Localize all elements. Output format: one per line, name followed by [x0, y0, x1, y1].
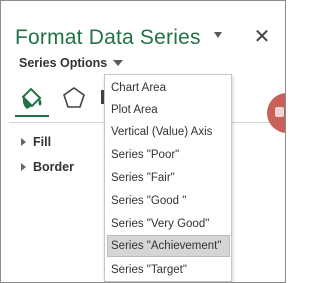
pane-title: Format Data Series — [15, 26, 201, 49]
series-options-dropdown[interactable]: Series Options — [19, 54, 124, 72]
menu-item-series-target[interactable]: Series "Target" — [107, 259, 230, 281]
fill-section-header[interactable]: Fill — [21, 134, 51, 150]
chart-element-button-icon — [275, 107, 284, 117]
menu-item-vertical-axis[interactable]: Vertical (Value) Axis — [107, 121, 230, 143]
border-section-label: Border — [33, 160, 74, 174]
menu-item-series-poor[interactable]: Series "Poor" — [107, 144, 230, 166]
border-section-header[interactable]: Border — [21, 159, 74, 175]
format-data-series-pane: Format Data Series ✕ Series Options Fill… — [0, 0, 286, 283]
menu-item-series-fair[interactable]: Series "Fair" — [107, 167, 230, 189]
menu-item-chart-area[interactable]: Chart Area — [107, 77, 230, 99]
chevron-right-icon — [21, 138, 26, 146]
chevron-right-icon — [21, 163, 26, 171]
menu-item-series-very-good[interactable]: Series "Very Good" — [107, 213, 230, 235]
series-options-label: Series Options — [19, 56, 108, 70]
chevron-down-icon — [113, 60, 124, 66]
menu-item-series-good[interactable]: Series "Good " — [107, 190, 230, 212]
menu-item-series-achievement[interactable]: Series "Achievement" — [107, 235, 230, 257]
active-tab-indicator — [15, 115, 49, 117]
fill-line-icon[interactable] — [18, 85, 46, 113]
task-pane-options-icon[interactable] — [214, 32, 222, 38]
effects-icon[interactable] — [61, 85, 87, 111]
menu-item-plot-area[interactable]: Plot Area — [107, 99, 230, 121]
series-options-menu: Chart Area Plot Area Vertical (Value) Ax… — [104, 74, 232, 282]
fill-section-label: Fill — [33, 135, 52, 149]
close-button[interactable]: ✕ — [251, 25, 273, 47]
